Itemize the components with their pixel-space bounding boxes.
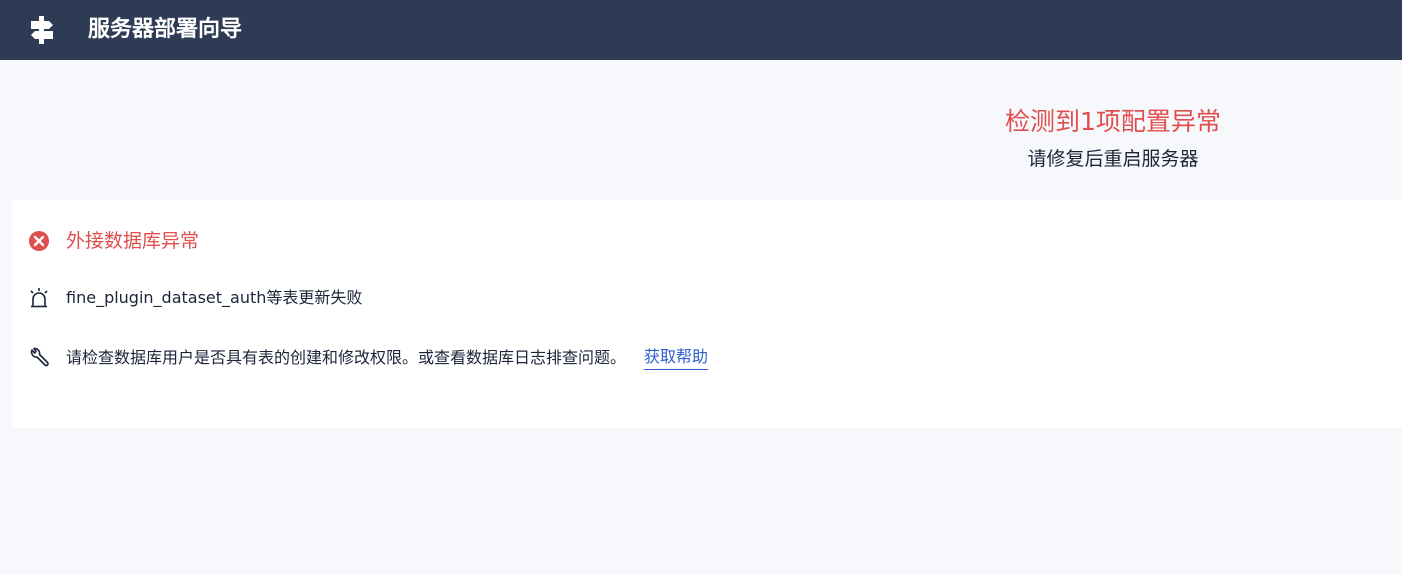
issue-detail-row: fine_plugin_dataset_auth等表更新失败 [28,286,362,310]
issue-title: 外接数据库异常 [66,230,200,252]
header-bar: 服务器部署向导 [0,0,1402,60]
issue-title-row: 外接数据库异常 [28,227,199,255]
error-count-headline: 检测到1项配置异常 [1005,107,1221,136]
app-title: 服务器部署向导 [88,17,243,42]
error-circle-icon [28,230,50,252]
issue-card: 外接数据库异常 fine_plugin_dataset_auth等表更新失败 请… [12,200,1402,428]
get-help-link[interactable]: 获取帮助 [644,345,709,370]
alarm-icon [28,287,50,309]
issue-detail: fine_plugin_dataset_auth等表更新失败 [66,288,363,307]
restart-instruction: 请修复后重启服务器 [1027,148,1199,170]
wrench-icon [28,347,50,369]
issue-suggestion-row: 请检查数据库用户是否具有表的创建和修改权限。或查看数据库日志排查问题。 获取帮助 [28,345,709,370]
issue-suggestion: 请检查数据库用户是否具有表的创建和修改权限。或查看数据库日志排查问题。 [66,347,627,367]
signpost-icon [29,16,55,44]
